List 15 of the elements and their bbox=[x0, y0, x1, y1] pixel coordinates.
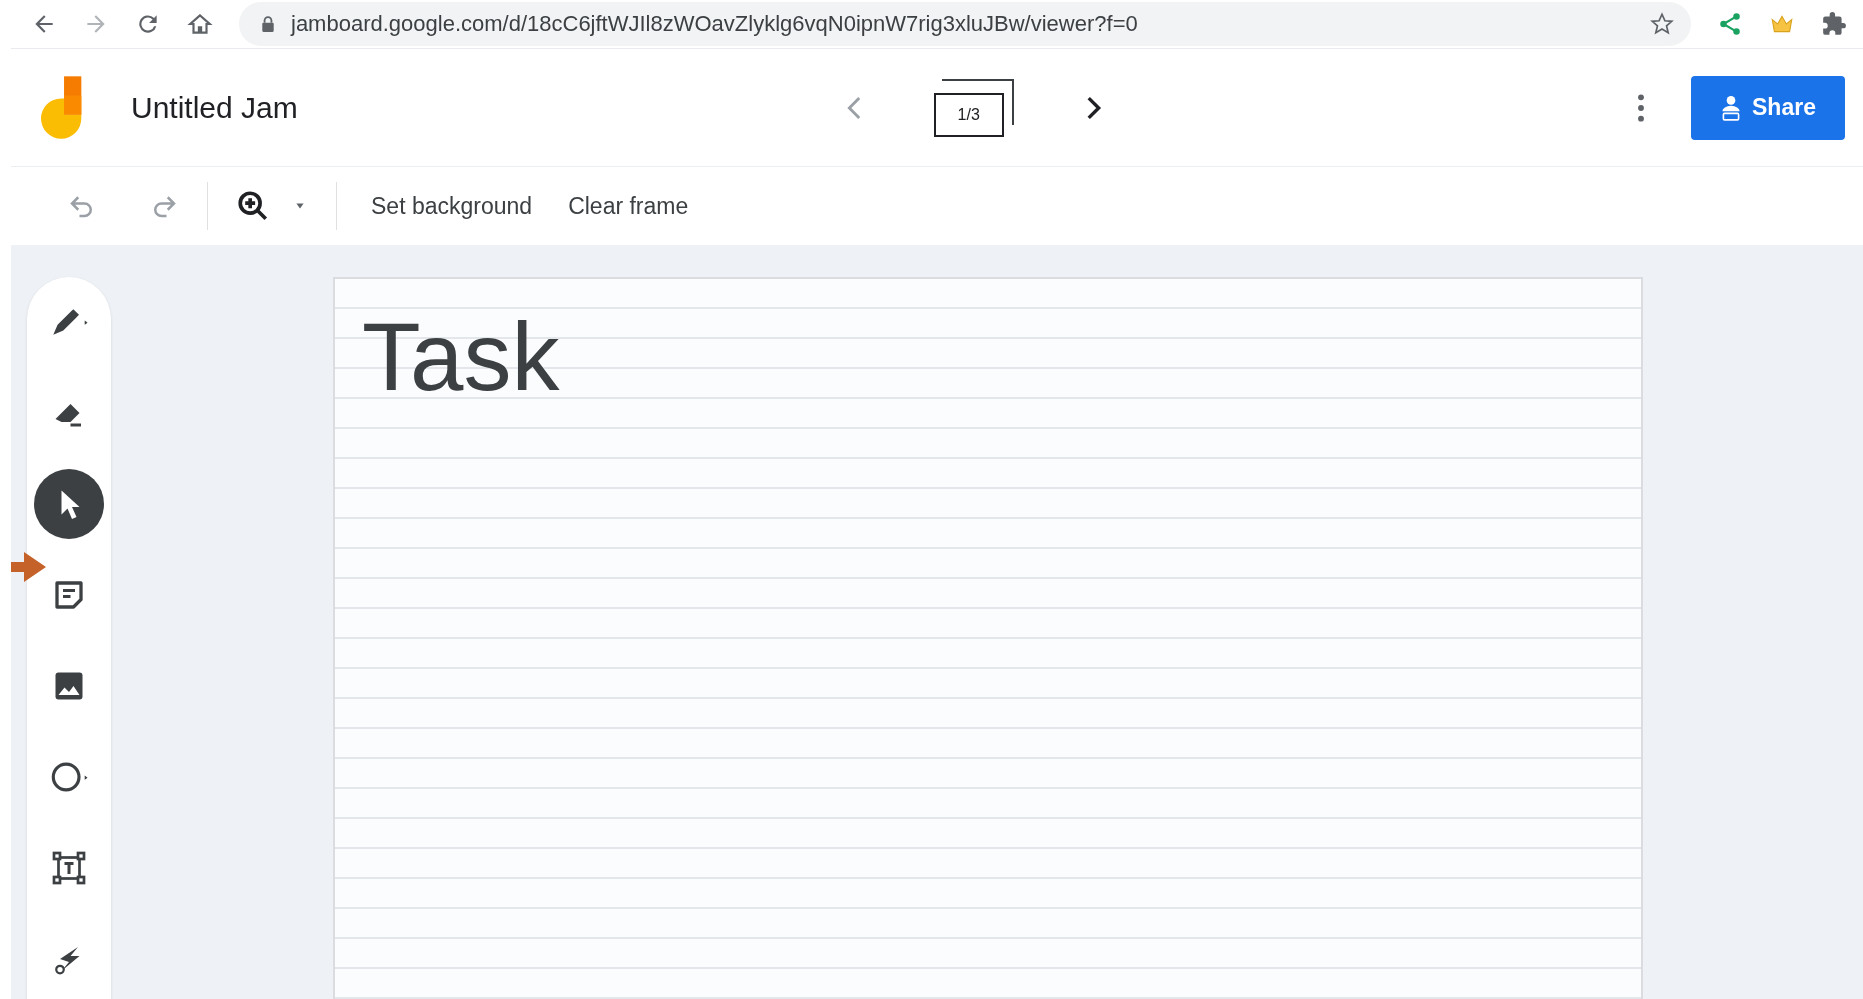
home-icon[interactable] bbox=[187, 11, 213, 37]
clear-frame-button[interactable]: Clear frame bbox=[562, 184, 695, 228]
puzzle-icon[interactable] bbox=[1821, 11, 1847, 37]
share-button[interactable]: Share bbox=[1691, 75, 1845, 140]
set-background-button[interactable]: Set background bbox=[365, 184, 539, 228]
star-icon[interactable] bbox=[1649, 11, 1675, 37]
dropdown-caret-icon[interactable] bbox=[294, 202, 306, 210]
more-options-icon[interactable] bbox=[1637, 91, 1645, 124]
share-icon[interactable] bbox=[1717, 11, 1743, 37]
lock-icon bbox=[261, 16, 275, 32]
document-title[interactable]: Untitled Jam bbox=[131, 90, 298, 125]
zoom-in-icon[interactable] bbox=[236, 189, 270, 223]
annotation-arrow bbox=[11, 550, 46, 584]
address-bar[interactable]: jamboard.google.com/d/18cC6jftWJIl8zWOavZlyklg6vqN0ipnW7rig3xluJBw/viewer?f=0 bbox=[239, 2, 1691, 46]
frame-text: Task bbox=[362, 303, 560, 410]
